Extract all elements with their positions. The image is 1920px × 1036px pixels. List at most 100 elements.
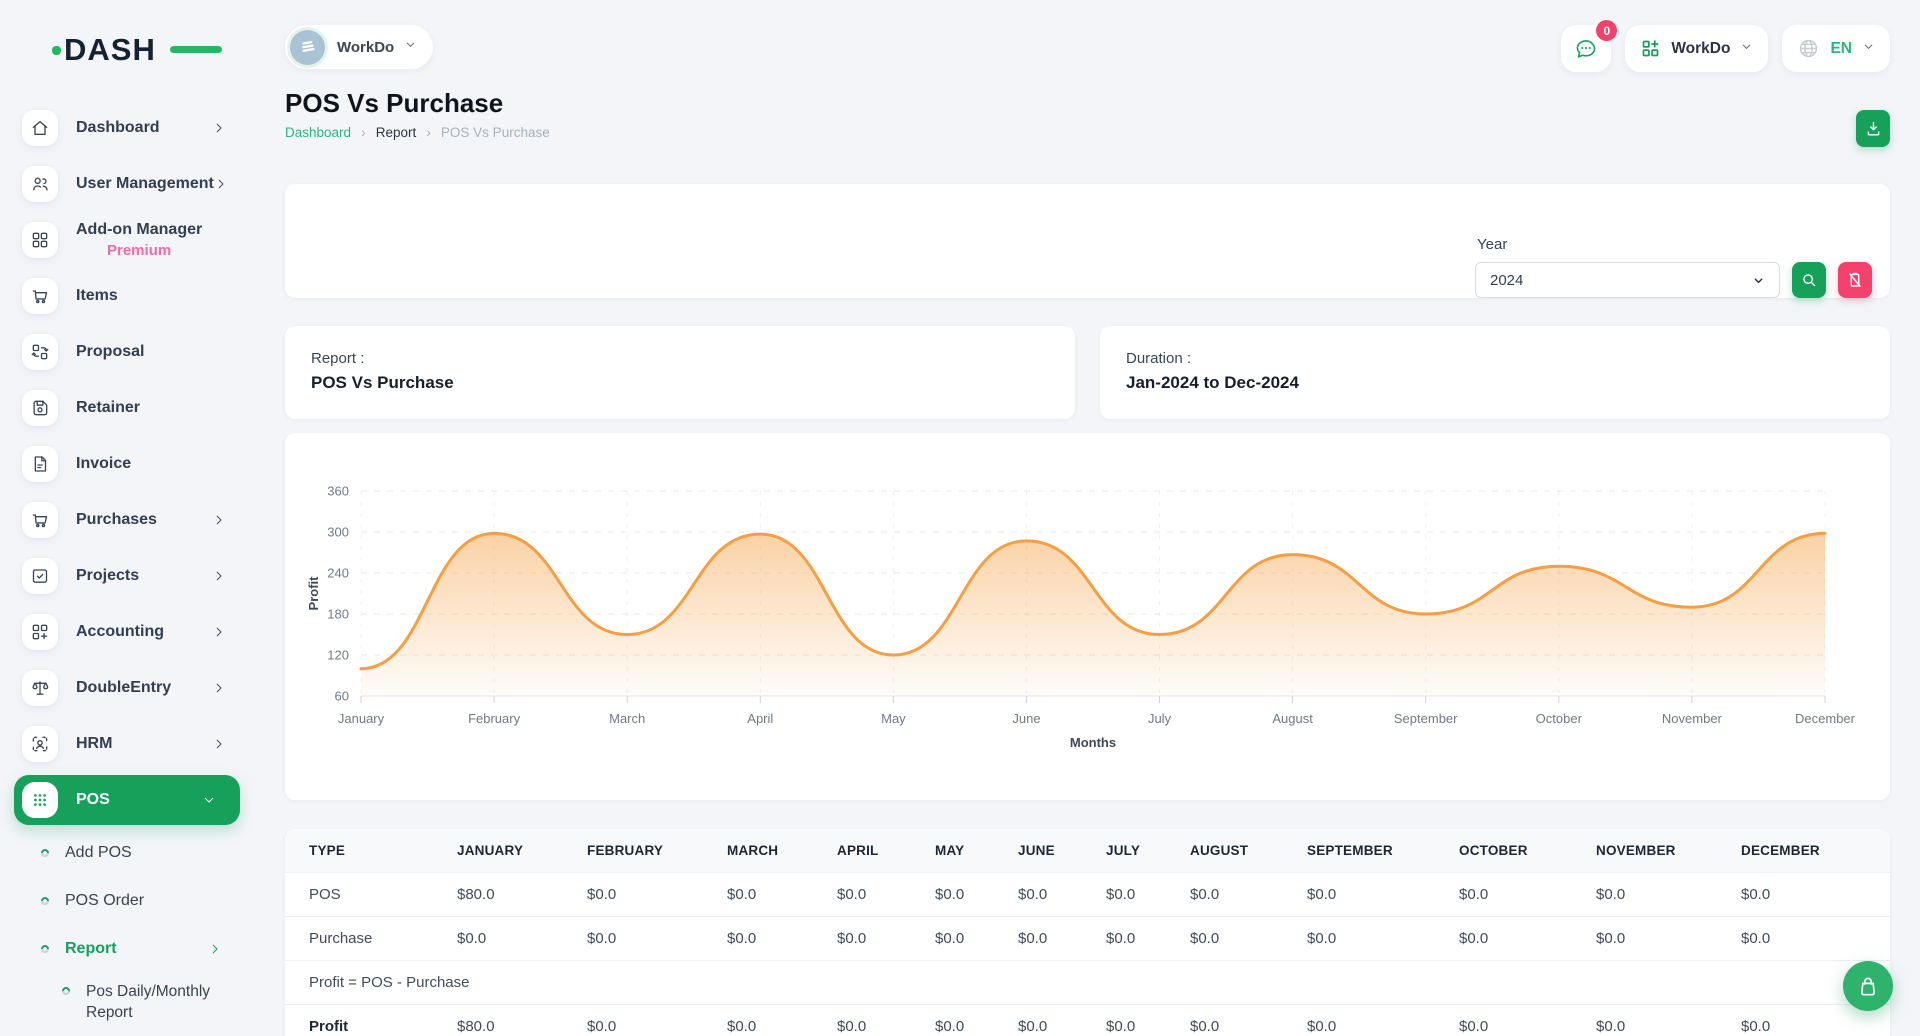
main-content: WorkDo 0	[250, 0, 1920, 1036]
sidebar-item-projects[interactable]: Projects	[22, 558, 250, 594]
sidebar-item-add-on-manager[interactable]: Add-on Manager Premium	[22, 222, 250, 258]
year-select[interactable]: 2024	[1475, 262, 1780, 298]
report-value: POS Vs Purchase	[311, 373, 1049, 393]
duration-value: Jan-2024 to Dec-2024	[1126, 373, 1864, 393]
value-cell: $0.0	[1435, 917, 1572, 961]
sidebar-item-accounting[interactable]: Accounting	[22, 614, 250, 650]
column-header: OCTOBER	[1435, 829, 1572, 873]
value-cell: $0.0	[1572, 1005, 1717, 1036]
value-cell: $0.0	[563, 873, 703, 917]
sidebar-item-hrm[interactable]: HRM	[22, 726, 250, 762]
y-tick-label: 240	[327, 566, 349, 581]
apps-plus-icon	[1640, 38, 1661, 59]
value-cell: $0.0	[1082, 917, 1166, 961]
messages-button[interactable]: 0	[1561, 25, 1611, 72]
premium-tag: Premium	[107, 242, 171, 259]
logo-dot-accent	[52, 46, 61, 55]
x-tick-label: January	[338, 711, 385, 726]
sidebar-item-purchases[interactable]: Purchases	[22, 502, 250, 538]
row-type-cell: Profit	[285, 1005, 433, 1036]
table-header: TYPEJANUARYFEBRUARYMARCHAPRILMAYJUNEJULY…	[285, 829, 1890, 873]
value-cell: $0.0	[1572, 917, 1717, 961]
reset-filter-button[interactable]	[1838, 262, 1872, 298]
x-tick-label: February	[468, 711, 521, 726]
chevron-down-icon	[1740, 40, 1753, 58]
sidebar-item-label: Projects	[76, 567, 139, 585]
app-logo: DASH	[64, 32, 194, 66]
chevron-right-icon	[212, 121, 226, 135]
pos-cart-fab[interactable]	[1843, 961, 1893, 1011]
breadcrumb-separator: ›	[361, 124, 366, 140]
document-icon	[30, 454, 50, 474]
sidebar-icon-box	[22, 726, 58, 762]
sidebar-item-proposal[interactable]: Proposal	[22, 334, 250, 370]
chevron-down-icon	[202, 793, 216, 807]
value-cell: $0.0	[1717, 917, 1890, 961]
cart-icon	[30, 286, 50, 306]
x-tick-label: October	[1536, 711, 1583, 726]
breadcrumb-dashboard-link[interactable]: Dashboard	[285, 125, 351, 140]
value-cell: $0.0	[1717, 873, 1890, 917]
sidebar-subitem-pos-order[interactable]: POS Order	[41, 886, 250, 916]
search-icon	[1800, 271, 1818, 289]
search-button[interactable]	[1792, 262, 1826, 298]
sidebar-item-dashboard[interactable]: Dashboard	[22, 110, 250, 146]
globe-icon	[1797, 37, 1820, 60]
x-tick-label: March	[609, 711, 645, 726]
column-header: MAY	[911, 829, 994, 873]
year-value: 2024	[1490, 272, 1523, 289]
sidebar-subitem-label: POS Order	[65, 892, 144, 910]
profit-line-chart: JanuaryFebruaryMarchAprilMayJuneJulyAugu…	[285, 433, 1890, 773]
account-menu[interactable]: WorkDo	[1625, 25, 1768, 72]
row-type-cell: Purchase	[285, 917, 433, 961]
topbar-actions: 0 WorkDo EN	[1561, 25, 1890, 72]
column-header: MARCH	[703, 829, 813, 873]
sidebar-item-items[interactable]: Items	[22, 278, 250, 314]
scale-icon	[30, 678, 50, 698]
sidebar-item-pos[interactable]: POS	[14, 775, 240, 825]
y-tick-label: 360	[327, 484, 349, 499]
value-cell: $0.0	[1166, 917, 1283, 961]
x-tick-label: September	[1394, 711, 1458, 726]
sidebar-icon-box	[22, 558, 58, 594]
home-icon	[30, 118, 50, 138]
language-menu[interactable]: EN	[1782, 25, 1890, 72]
sidebar-subitem-label: Pos Daily/Monthly Report	[86, 982, 224, 1024]
value-cell: $0.0	[703, 873, 813, 917]
breadcrumb-current: POS Vs Purchase	[441, 125, 550, 140]
sidebar-item-user-management[interactable]: User Management	[22, 166, 250, 202]
value-cell: $0.0	[1082, 1005, 1166, 1036]
x-tick-label: November	[1662, 711, 1723, 726]
clipboard-slash-icon	[1846, 271, 1864, 289]
sidebar-subitem-report[interactable]: Report	[41, 934, 250, 964]
value-cell: $0.0	[994, 1005, 1082, 1036]
logo-text: DASH	[64, 32, 156, 67]
x-axis-title: Months	[1070, 735, 1116, 750]
sidebar-item-label: Add-on Manager	[76, 221, 202, 239]
y-tick-label: 180	[327, 607, 349, 622]
sidebar-subitem-add-pos[interactable]: Add POS	[41, 838, 250, 868]
chevron-right-icon	[214, 177, 228, 191]
profit-chart-card: JanuaryFebruaryMarchAprilMayJuneJulyAugu…	[285, 433, 1890, 800]
sidebar-subitem-pos-daily-monthly-report[interactable]: Pos Daily/Monthly Report	[62, 982, 250, 1024]
chevron-right-icon	[212, 625, 226, 639]
sidebar-item-doubleentry[interactable]: DoubleEntry	[22, 670, 250, 706]
column-header: JANUARY	[433, 829, 563, 873]
y-axis-title: Profit	[306, 576, 321, 611]
duration-label: Duration :	[1126, 350, 1864, 367]
sidebar-item-label: Proposal	[76, 343, 144, 361]
sidebar-item-invoice[interactable]: Invoice	[22, 446, 250, 482]
sidebar-menu: Dashboard User Management Add-on Manager Pr…	[0, 110, 250, 1024]
cart-icon	[30, 510, 50, 530]
workspace-switcher[interactable]: WorkDo	[285, 25, 433, 69]
value-cell: $0.0	[911, 1005, 994, 1036]
workspace-name: WorkDo	[337, 39, 394, 56]
value-cell: $0.0	[433, 917, 563, 961]
download-button[interactable]	[1856, 110, 1890, 147]
column-header: DECEMBER	[1717, 829, 1890, 873]
y-tick-label: 60	[335, 689, 349, 704]
sidebar-item-retainer[interactable]: Retainer	[22, 390, 250, 426]
column-header: TYPE	[285, 829, 433, 873]
column-header: SEPTEMBER	[1283, 829, 1435, 873]
check-square-icon	[30, 566, 50, 586]
